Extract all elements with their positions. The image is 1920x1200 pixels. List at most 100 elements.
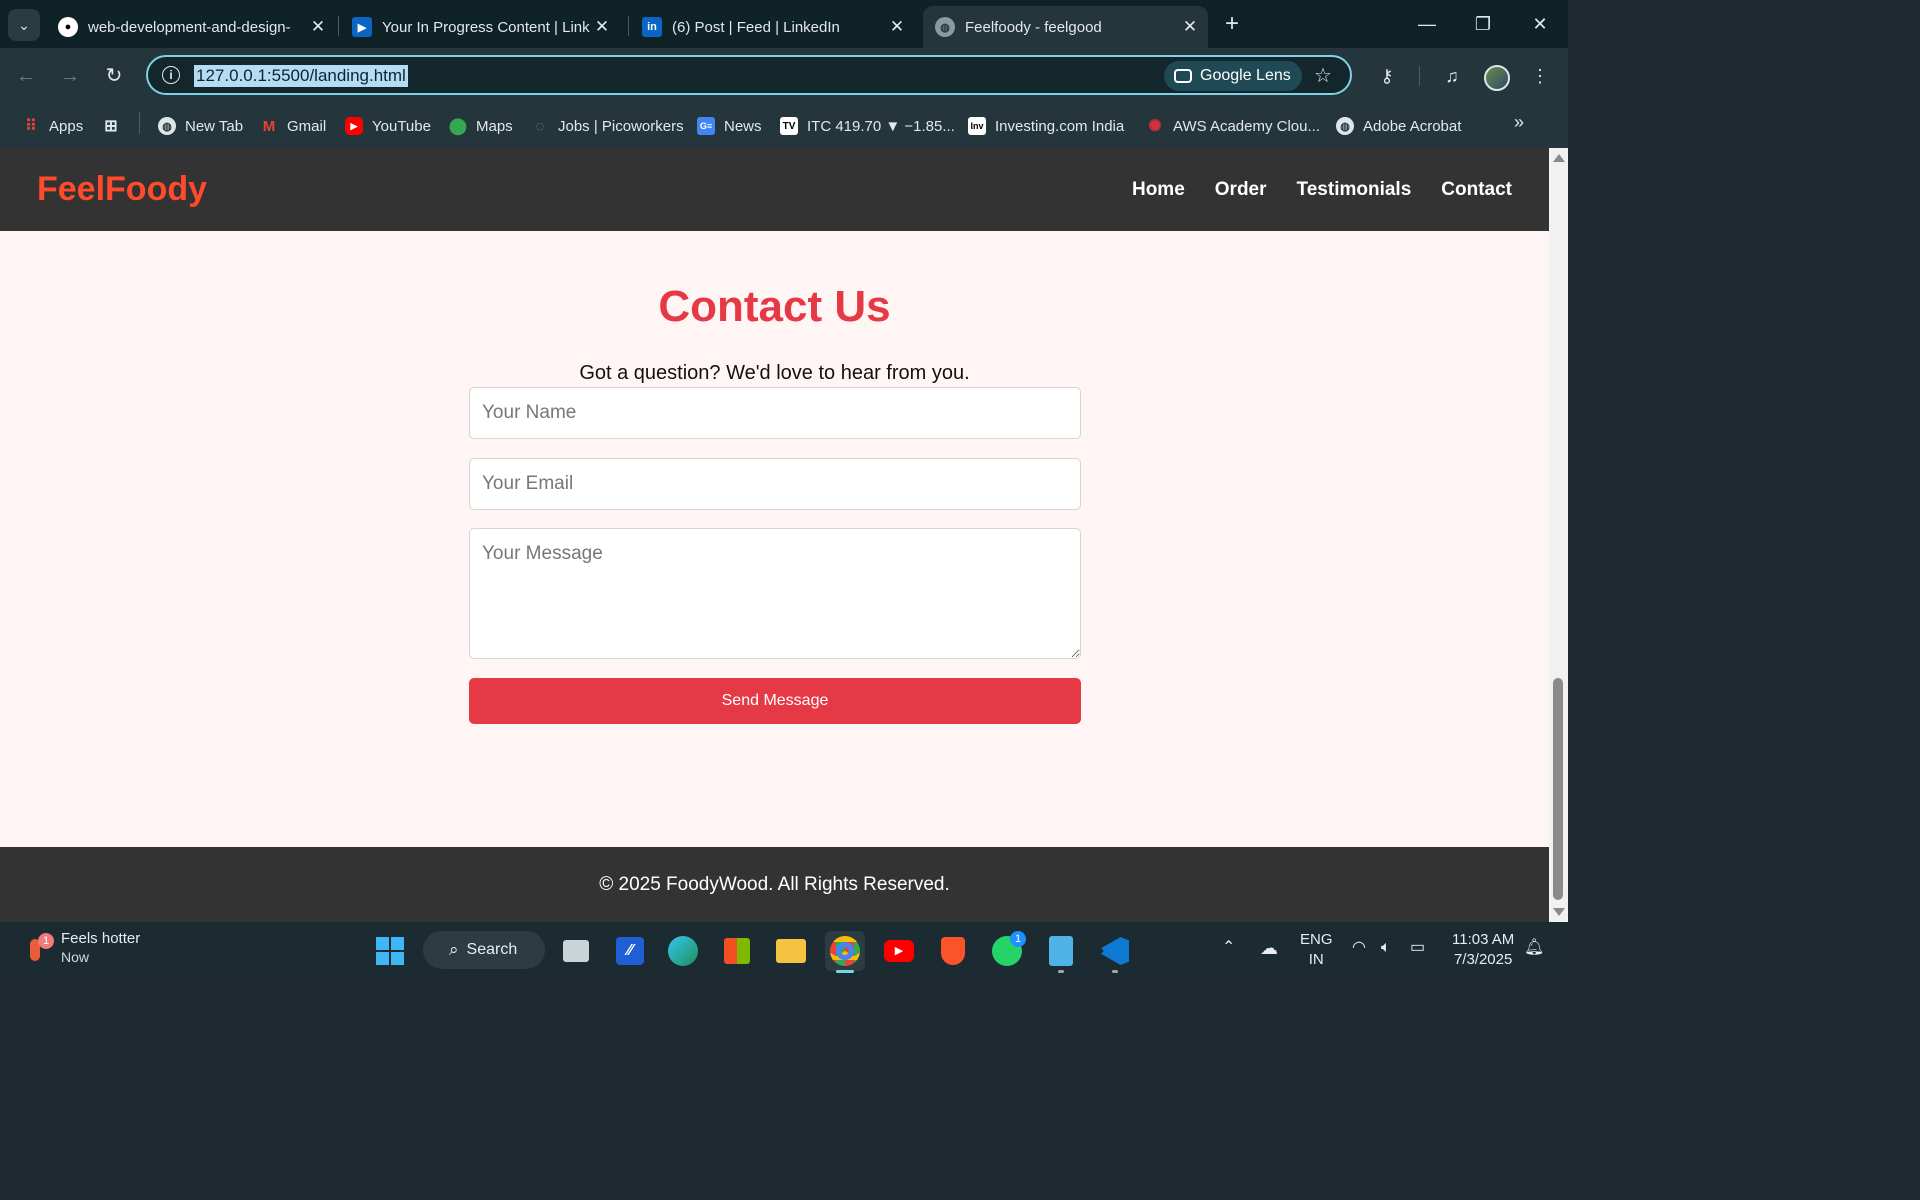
language-indicator[interactable]: ENG IN — [1300, 930, 1333, 970]
bookmark-aws-academy[interactable]: ✺ AWS Academy Clou... — [1146, 114, 1320, 138]
file-explorer-icon[interactable] — [771, 931, 811, 971]
bookmark-label: New Tab — [185, 117, 244, 135]
url-text[interactable]: 127.0.0.1:5500/landing.html — [194, 65, 408, 87]
menu-kebab-icon[interactable]: ⋮ — [1526, 62, 1554, 90]
bookmark-youtube[interactable]: ▶ YouTube — [345, 114, 431, 138]
vscode-icon[interactable] — [1095, 931, 1135, 971]
media-control-icon[interactable]: ♫ — [1438, 62, 1466, 90]
linkedin-learning-icon: ▶ — [352, 17, 372, 37]
bookmark-tab-groups[interactable]: ⊞ — [102, 114, 129, 138]
clock-date: 7/3/2025 — [1453, 951, 1513, 968]
back-button[interactable]: ← — [10, 60, 42, 92]
tab-feelfoody[interactable]: ◍ Feelfoody - feelgood ✕ — [923, 6, 1208, 48]
google-news-icon: G≡ — [697, 117, 715, 135]
page-scrollbar[interactable] — [1549, 148, 1568, 922]
reload-button[interactable]: ↻ — [98, 60, 130, 92]
password-key-icon[interactable]: ⚷ — [1373, 62, 1401, 90]
name-input[interactable] — [469, 387, 1081, 439]
windows-logo-icon — [376, 937, 404, 965]
weather-title: Feels hotter — [61, 930, 141, 947]
nav-contact-link[interactable]: Contact — [1441, 179, 1512, 201]
send-message-button[interactable]: Send Message — [469, 678, 1081, 724]
language-line2: IN — [1308, 951, 1324, 968]
tab-title: web-development-and-design- — [88, 18, 291, 36]
profile-avatar[interactable] — [1484, 65, 1510, 91]
tradingview-icon: TV — [780, 117, 798, 135]
bookmark-new-tab[interactable]: ◍ New Tab — [158, 114, 243, 138]
contact-title: Contact Us — [658, 282, 891, 331]
apps-grid-icon: ⠿ — [25, 118, 37, 135]
email-input[interactable] — [469, 458, 1081, 510]
scroll-down-arrow-icon[interactable] — [1553, 908, 1565, 916]
new-tab-button[interactable]: + — [1218, 10, 1246, 38]
bookmark-apps[interactable]: ⠿ Apps — [22, 114, 83, 138]
weather-badge: 1 — [38, 933, 54, 949]
close-window-button[interactable]: ✕ — [1520, 8, 1560, 40]
task-view-icon[interactable] — [556, 931, 596, 971]
close-icon[interactable]: ✕ — [306, 17, 330, 37]
address-bar[interactable]: i 127.0.0.1:5500/landing.html Google Len… — [146, 55, 1352, 95]
close-icon[interactable]: ✕ — [1178, 17, 1202, 37]
thermometer-icon: 1 — [24, 933, 54, 963]
bookmark-picoworkers[interactable]: ◌ Jobs | Picoworkers — [531, 114, 684, 138]
gmail-icon: M — [262, 117, 276, 135]
tab-search-dropdown-icon[interactable]: ⌄ — [8, 9, 40, 41]
brave-icon[interactable] — [933, 931, 973, 971]
minimize-button[interactable]: — — [1407, 8, 1447, 40]
scrollbar-thumb[interactable] — [1553, 678, 1563, 900]
bookmark-label: AWS Academy Clou... — [1173, 117, 1320, 135]
restore-button[interactable]: ❐ — [1463, 8, 1503, 40]
forward-button[interactable]: → — [54, 60, 86, 92]
notepad-icon[interactable] — [1041, 931, 1081, 971]
bookmark-news[interactable]: G≡ News — [697, 114, 762, 138]
bookmark-label: Jobs | Picoworkers — [558, 117, 684, 135]
wifi-icon[interactable]: ◠ — [1352, 938, 1366, 958]
bookmark-itc-stock[interactable]: TV ITC 419.70 ▼ −1.85... — [780, 114, 955, 138]
nav-testimonials-link[interactable]: Testimonials — [1297, 179, 1412, 201]
app-icon[interactable]: ⁄⁄ — [610, 931, 650, 971]
battery-icon[interactable]: ▭ — [1410, 938, 1425, 958]
nav-home-link[interactable]: Home — [1132, 179, 1185, 201]
close-icon[interactable]: ✕ — [885, 17, 909, 37]
page-viewport: FeelFoody Home Order Testimonials Contac… — [0, 148, 1549, 922]
microsoft-store-icon[interactable] — [717, 931, 757, 971]
onedrive-cloud-icon[interactable]: ☁ — [1260, 938, 1278, 958]
scroll-up-arrow-icon[interactable] — [1553, 154, 1565, 162]
search-icon: ⌕ — [449, 940, 459, 959]
nav-order-link[interactable]: Order — [1215, 179, 1267, 201]
tab-linkedin-learning[interactable]: ▶ Your In Progress Content | Link ✕ — [340, 6, 620, 48]
notepad-running-indicator — [1058, 970, 1064, 973]
tab-linkedin-feed[interactable]: in (6) Post | Feed | LinkedIn ✕ — [630, 6, 915, 48]
bookmark-gmail[interactable]: M Gmail — [260, 114, 326, 138]
tab-github[interactable]: ● web-development-and-design- ✕ — [46, 6, 336, 48]
message-textarea[interactable] — [469, 528, 1081, 659]
tab-divider — [338, 16, 339, 36]
bookmark-maps[interactable]: ⬤ Maps — [449, 114, 513, 138]
tab-title: Feelfoody - feelgood — [965, 18, 1102, 36]
close-icon[interactable]: ✕ — [590, 17, 614, 37]
weather-widget[interactable]: 1 Feels hotter Now — [24, 930, 140, 966]
volume-icon[interactable]: 🔈︎ — [1381, 938, 1391, 958]
taskbar-search[interactable]: ⌕ Search — [423, 931, 545, 969]
clock[interactable]: 11:03 AM 7/3/2025 — [1452, 930, 1514, 970]
investing-icon: Inv — [968, 117, 986, 135]
site-logo[interactable]: FeelFoody — [37, 170, 207, 209]
bookmark-star-icon[interactable]: ☆ — [1314, 63, 1332, 88]
globe-icon: ◍ — [158, 117, 176, 135]
bookmark-label: Maps — [476, 117, 513, 135]
notification-bell-icon[interactable]: 🔔︎ — [1524, 938, 1544, 958]
bookmark-investing[interactable]: Inv Investing.com India — [968, 114, 1124, 138]
tab-strip: ⌄ ● web-development-and-design- ✕ ▶ Your… — [0, 0, 1568, 48]
bookmark-label: YouTube — [372, 117, 431, 135]
youtube-icon[interactable]: ▶ — [879, 931, 919, 971]
site-info-icon[interactable]: i — [162, 66, 180, 84]
taskbar-search-label: Search — [466, 941, 518, 958]
bookmark-adobe-acrobat[interactable]: ◍ Adobe Acrobat — [1336, 114, 1461, 138]
google-lens-label: Google Lens — [1200, 67, 1291, 84]
edge-icon[interactable] — [663, 931, 703, 971]
chrome-icon[interactable] — [825, 931, 865, 971]
chevron-up-icon[interactable]: ⌃ — [1222, 938, 1235, 958]
more-bookmarks-chevron-icon[interactable]: » — [1514, 112, 1524, 133]
google-lens-button[interactable]: Google Lens — [1164, 61, 1302, 91]
start-button[interactable] — [370, 931, 410, 971]
